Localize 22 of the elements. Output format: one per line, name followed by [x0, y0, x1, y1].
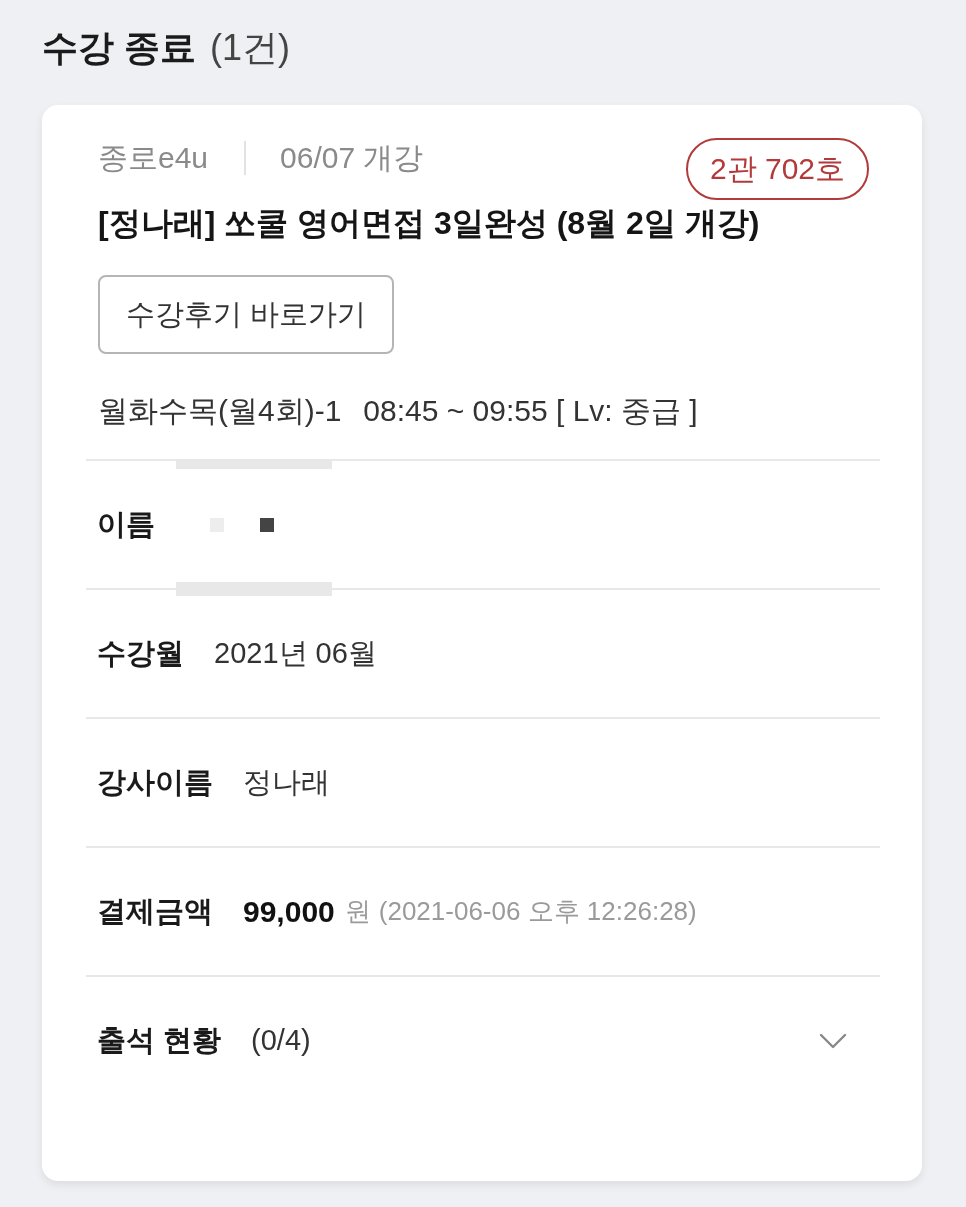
section-count: (1건) [210, 26, 290, 70]
section-title: 수강 종료 [42, 26, 196, 70]
field-label: 출석 현황 [97, 1022, 222, 1058]
field-label: 강사이름 [97, 764, 213, 800]
schedule-time: 08:45 ~ 09:55 [ Lv: 중급 ] [363, 393, 698, 429]
redaction-mark [260, 517, 274, 532]
field-value: 2021년 06월 [214, 635, 377, 671]
field-value: 정나래 [243, 764, 330, 800]
field-label: 이름 [97, 506, 155, 542]
schedule-days: 월화수목(월4회)-1 [98, 391, 342, 431]
room-badge: 2관 702호 [685, 138, 869, 200]
course-title: [정나래] 쏘쿨 영어면접 3일완성 (8월 2일 개강) [98, 204, 761, 243]
currency-unit: 원 [344, 895, 371, 928]
start-date: 06/07 개강 [280, 139, 424, 176]
attendance-count: (0/4) [251, 1024, 311, 1057]
provider-name: 종로e4u [98, 139, 209, 176]
chevron-icon[interactable] [819, 1032, 847, 1049]
payment-time: (2021-06-06 오후 12:26:28) [378, 895, 697, 928]
payment-amount: 99,000 [243, 894, 335, 929]
field-label: 결제금액 [97, 893, 213, 929]
field-label: 수강월 [97, 635, 184, 671]
review-button[interactable]: 수강후기 바로가기 [98, 275, 395, 354]
